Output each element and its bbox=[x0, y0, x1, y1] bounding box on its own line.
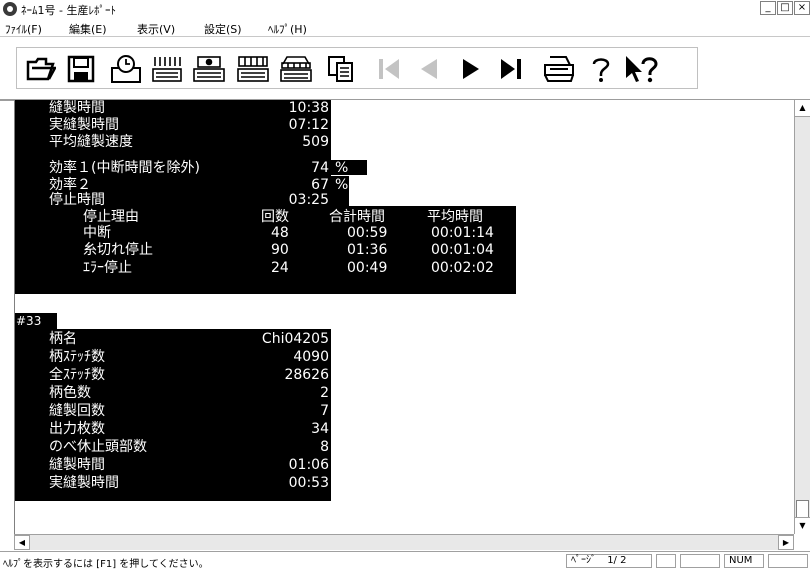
open-folder-icon[interactable] bbox=[22, 51, 60, 87]
status-bar: ﾍﾙﾌﾟを表示するには [F1] を押してください。 ﾍﾟｰｼﾞ 1/ 2 NU… bbox=[0, 551, 810, 570]
row-value: 34 bbox=[311, 421, 329, 437]
row-label: 実縫製時間 bbox=[49, 475, 119, 491]
row-value: 7 bbox=[320, 403, 329, 419]
menu-edit[interactable]: 編集(E) bbox=[69, 21, 107, 37]
status-pane-empty bbox=[656, 554, 676, 568]
save-disk-icon[interactable] bbox=[62, 51, 100, 87]
row-value: 67 bbox=[311, 177, 329, 193]
print-icon[interactable] bbox=[540, 51, 578, 87]
report-view[interactable]: 縫製時間 10:38 実縫製時間 07:12 平均縫製速度 509 spm 効率… bbox=[14, 100, 795, 534]
row-label: 効率１(中断時間を除外) bbox=[49, 160, 200, 176]
row-value: 28626 bbox=[284, 367, 329, 383]
last-page-icon[interactable] bbox=[492, 51, 530, 87]
multi-head-report-icon[interactable] bbox=[277, 51, 315, 87]
row-value: 8 bbox=[320, 439, 329, 455]
status-help-text: ﾍﾙﾌﾟを表示するには [F1] を押してください。 bbox=[3, 559, 209, 570]
row-value: Chi04205 bbox=[261, 331, 329, 347]
row-label: 柄ｽﾃｯﾁ数 bbox=[49, 349, 105, 365]
stop-row-average: 00:02:02 bbox=[431, 260, 494, 276]
window-controls: _ □ × bbox=[759, 1, 810, 15]
vertical-scrollbar[interactable]: ▲ ▼ bbox=[794, 100, 810, 534]
page-label: ﾍﾟｰｼﾞ bbox=[571, 555, 596, 566]
scroll-up-icon[interactable]: ▲ bbox=[795, 100, 810, 117]
stop-row-count: 90 bbox=[271, 242, 289, 258]
row-label: 縫製回数 bbox=[49, 403, 105, 419]
menu-file[interactable]: ﾌｧｲﾙ(F) bbox=[5, 21, 42, 37]
app-icon[interactable] bbox=[3, 2, 17, 16]
next-page-icon[interactable] bbox=[452, 51, 490, 87]
scroll-right-icon[interactable]: ▶ bbox=[778, 535, 794, 550]
first-page-icon[interactable] bbox=[370, 51, 408, 87]
row-value: 10:38 bbox=[288, 100, 329, 116]
row-unit: % bbox=[335, 177, 349, 193]
scroll-left-icon[interactable]: ◀ bbox=[14, 535, 30, 550]
stop-row-total: 00:49 bbox=[347, 260, 388, 276]
row-unit: spm bbox=[332, 137, 358, 151]
status-pane-empty bbox=[768, 554, 808, 568]
needle-report-icon[interactable] bbox=[148, 51, 186, 87]
horizontal-scrollbar[interactable]: ◀ ▶ bbox=[14, 534, 794, 550]
machine-report-icon[interactable] bbox=[190, 51, 228, 87]
row-label: 柄名 bbox=[49, 331, 77, 347]
maximize-button[interactable]: □ bbox=[777, 1, 793, 15]
row-label: 効率２ bbox=[49, 177, 91, 193]
head-report-icon[interactable] bbox=[234, 51, 272, 87]
row-label: 縫製時間 bbox=[49, 457, 105, 473]
stop-row-count: 24 bbox=[271, 260, 289, 276]
row-unit: % bbox=[335, 160, 349, 176]
context-help-icon[interactable] bbox=[622, 51, 660, 87]
clock-report-icon[interactable] bbox=[107, 51, 145, 87]
row-value: 00:53 bbox=[288, 475, 329, 491]
row-value: 2 bbox=[320, 385, 329, 401]
stop-row-reason: 中断 bbox=[83, 225, 111, 241]
stop-header-reason: 停止理由 bbox=[83, 209, 139, 225]
stop-row-total: 01:36 bbox=[347, 242, 388, 258]
stop-row-total: 00:59 bbox=[347, 225, 388, 241]
toolbar bbox=[0, 37, 810, 101]
close-button[interactable]: × bbox=[794, 1, 810, 15]
row-value: 509 bbox=[302, 134, 329, 150]
stop-row-reason: ｴﾗｰ停止 bbox=[83, 260, 132, 276]
row-label: 全ｽﾃｯﾁ数 bbox=[49, 367, 105, 383]
row-value: 03:25 bbox=[288, 192, 329, 208]
row-value: 07:12 bbox=[288, 117, 329, 133]
row-label: 縫製時間 bbox=[49, 100, 105, 116]
menu-view[interactable]: 表示(V) bbox=[137, 21, 175, 37]
page-value: 1/ 2 bbox=[607, 555, 627, 566]
num-indicator: NUM bbox=[724, 554, 764, 568]
menu-settings[interactable]: 設定(S) bbox=[204, 21, 242, 37]
menu-bar: ﾌｧｲﾙ(F) 編集(E) 表示(V) 設定(S) ﾍﾙﾌﾟ(H) bbox=[0, 18, 810, 37]
scroll-down-icon[interactable]: ▼ bbox=[795, 517, 810, 534]
copy-icon[interactable] bbox=[322, 51, 360, 87]
row-label: 柄色数 bbox=[49, 385, 91, 401]
window-title: ﾈｰﾑ1号 - 生産ﾚﾎﾟｰﾄ bbox=[21, 4, 116, 17]
section2-id: #33 bbox=[16, 314, 42, 328]
status-pane-empty bbox=[680, 554, 720, 568]
stop-header-count: 回数 bbox=[261, 209, 289, 225]
stop-row-count: 48 bbox=[271, 225, 289, 241]
help-icon[interactable] bbox=[582, 51, 620, 87]
previous-page-icon[interactable] bbox=[410, 51, 448, 87]
row-label: 平均縫製速度 bbox=[49, 134, 133, 150]
row-label: 出力枚数 bbox=[49, 421, 105, 437]
row-label: 停止時間 bbox=[49, 192, 105, 208]
stop-row-reason: 糸切れ停止 bbox=[83, 242, 153, 258]
stop-header-total: 合計時間 bbox=[329, 209, 385, 225]
minimize-button[interactable]: _ bbox=[760, 1, 776, 15]
menu-help[interactable]: ﾍﾙﾌﾟ(H) bbox=[268, 21, 307, 37]
row-label: 実縫製時間 bbox=[49, 117, 119, 133]
stop-header-average: 平均時間 bbox=[427, 209, 483, 225]
row-label: のべ休止頭部数 bbox=[49, 439, 147, 455]
row-value: 74 bbox=[311, 160, 329, 176]
stop-row-average: 00:01:14 bbox=[431, 225, 494, 241]
page-indicator: ﾍﾟｰｼﾞ 1/ 2 bbox=[566, 554, 652, 568]
row-value: 4090 bbox=[293, 349, 329, 365]
stop-row-average: 00:01:04 bbox=[431, 242, 494, 258]
row-value: 01:06 bbox=[288, 457, 329, 473]
title-bar: ﾈｰﾑ1号 - 生産ﾚﾎﾟｰﾄ _ □ × bbox=[0, 0, 810, 19]
